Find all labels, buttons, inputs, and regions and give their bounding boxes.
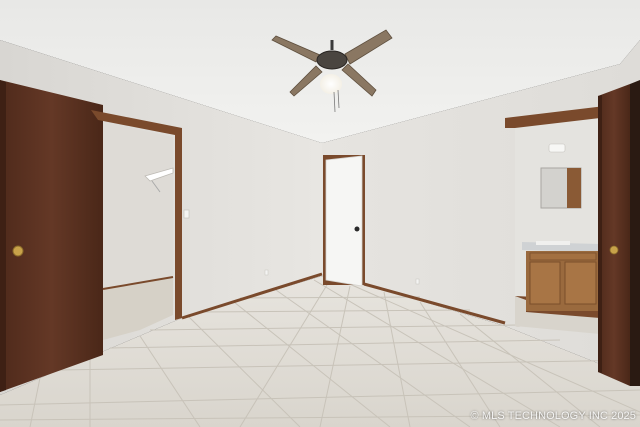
left-door-knob[interactable] [12,245,24,257]
left-door[interactable] [0,80,103,392]
light-switch-plate[interactable] [183,209,190,219]
fan-light-bulb [320,74,342,94]
bathroom-cabinet-door-right[interactable] [564,261,597,305]
fan-motor-housing [316,50,348,70]
center-door-knob[interactable] [354,226,360,232]
room-illustration [0,0,640,427]
right-door[interactable] [598,84,630,386]
bathroom-sink [536,241,570,245]
bathroom-light-fixture [548,143,566,153]
wall-outlet-right [415,278,420,285]
closet-interior-wall [103,122,173,290]
bathroom-cabinet-door-left[interactable] [529,261,561,305]
room-photo: © MLS TECHNOLOGY INC 2025 [0,0,640,427]
bathroom-mirror-cabinet [567,168,581,208]
bathroom-cabinet-drawer[interactable] [529,252,597,261]
center-door[interactable] [325,155,363,287]
right-door-knob[interactable] [609,245,619,255]
photo-watermark: © MLS TECHNOLOGY INC 2025 [470,410,636,422]
wall-outlet [264,269,269,276]
left-door-edge [0,80,6,392]
right-wall-edge [630,80,640,386]
right-door-edge [598,95,602,373]
